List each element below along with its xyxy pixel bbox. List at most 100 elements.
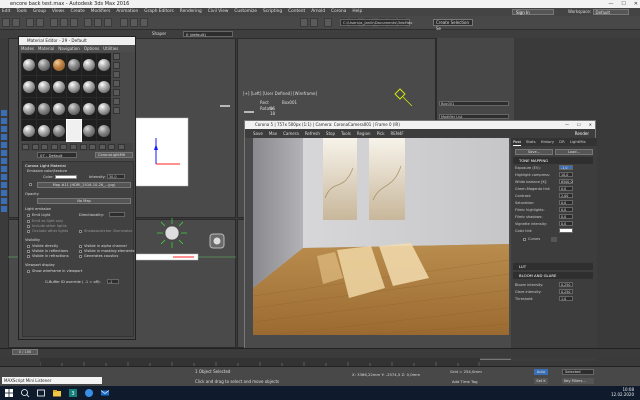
search-icon[interactable] [20, 388, 30, 398]
menu-views[interactable]: Views [52, 8, 64, 16]
go-forward-icon[interactable] [117, 144, 125, 150]
strip-button-2[interactable] [1, 118, 7, 124]
strip-button-4[interactable] [1, 134, 7, 140]
strip-button-12[interactable] [1, 198, 7, 204]
menu-animation[interactable]: Animation [116, 8, 138, 16]
unlink-icon[interactable] [36, 18, 44, 27]
filmic-shadows-input[interactable]: 0,0 [559, 214, 573, 219]
material-slot[interactable] [52, 120, 66, 141]
material-slot[interactable] [22, 76, 36, 97]
material-slot[interactable] [52, 54, 66, 75]
tone-mapping-section[interactable]: TONE MAPPING [513, 157, 593, 164]
backlight-icon[interactable] [113, 62, 120, 69]
material-slot[interactable] [22, 54, 36, 75]
include-lights-checkbox[interactable] [27, 225, 30, 228]
color-tint-swatch[interactable] [559, 228, 573, 233]
vfb-camera-button[interactable]: Camera [283, 129, 299, 138]
visible-refractions-checkbox[interactable] [27, 255, 30, 258]
menu-modifiers[interactable]: Modifiers [91, 8, 111, 16]
vfb-render-button[interactable]: Render [575, 129, 589, 138]
reset-map-icon[interactable] [50, 144, 58, 150]
post-save-button[interactable]: Save... [515, 149, 553, 155]
strip-button-1[interactable] [1, 110, 7, 116]
material-slot[interactable] [37, 76, 51, 97]
mat-menu-utilities[interactable]: Utilities [103, 45, 118, 52]
go-to-parent-icon[interactable] [108, 144, 116, 150]
vfb-refresh-button[interactable]: Refresh [305, 129, 320, 138]
white-balance-input[interactable]: 6500,0 [559, 179, 573, 184]
material-slot[interactable] [82, 76, 96, 97]
material-slot[interactable] [67, 76, 81, 97]
tab-post[interactable]: Post [513, 138, 521, 146]
vfb-maximize-button[interactable]: ☐ [577, 121, 581, 129]
post-load-button[interactable]: Load... [555, 149, 593, 155]
mat-menu-options[interactable]: Options [84, 45, 99, 52]
emission-color-swatch[interactable] [55, 175, 77, 179]
track-bar[interactable] [39, 358, 480, 366]
saturation-input[interactable]: 0,0 [559, 200, 573, 205]
show-wireframe-checkbox[interactable] [27, 270, 30, 273]
task-view-icon[interactable] [36, 388, 46, 398]
scale-icon[interactable] [104, 18, 112, 27]
system-clock[interactable]: 10:08 12.02.2020 [611, 387, 634, 397]
vfb-stop-button[interactable]: Stop [326, 129, 335, 138]
3dsmax-taskbar-icon[interactable]: 3 [68, 388, 78, 398]
options-icon[interactable] [113, 107, 120, 114]
strip-button-3[interactable] [1, 126, 7, 132]
material-slot[interactable] [97, 120, 111, 141]
gbuffer-input[interactable]: -1 [107, 279, 119, 284]
undo-icon[interactable] [2, 18, 10, 27]
rotate-icon[interactable] [94, 18, 102, 27]
show-end-result-icon[interactable] [98, 144, 106, 150]
time-slider[interactable]: 0 / 100 [12, 349, 38, 355]
put-to-library-icon[interactable] [69, 144, 77, 150]
shadowcatcher-checkbox[interactable] [79, 230, 82, 233]
green-magenta-input[interactable]: 0,0 [559, 186, 573, 191]
get-material-icon[interactable] [22, 144, 29, 150]
vfb-pick-button[interactable]: Pick [377, 129, 385, 138]
key-selection-dropdown[interactable]: Selected [562, 369, 594, 375]
material-slot-selected[interactable] [66, 119, 82, 142]
coordinate-readout[interactable]: X: 3366,22mm Y: -2574,5 Z: 0,0mm [352, 372, 420, 377]
align-icon[interactable] [310, 18, 318, 27]
material-slot[interactable] [52, 76, 66, 97]
lut-section[interactable]: LUT [513, 263, 593, 270]
emission-map-button[interactable]: Map #11 (HDRI_2016-10-26_...jpg) [37, 182, 131, 188]
select-by-name-icon[interactable] [60, 18, 68, 27]
sample-type-icon[interactable] [113, 53, 120, 60]
selection-set-dropdown[interactable]: Create Selection Se [433, 19, 473, 31]
vfb-save-button[interactable]: Save [253, 129, 263, 138]
menu-civil-view[interactable]: Civil View [208, 8, 229, 16]
material-slot[interactable] [37, 120, 51, 141]
modifier-list-dropdown[interactable]: Modifier List [439, 114, 509, 119]
menu-content[interactable]: Content [288, 8, 305, 16]
material-slot[interactable] [22, 98, 36, 119]
put-to-scene-icon[interactable] [31, 144, 39, 150]
link-icon[interactable] [26, 18, 34, 27]
material-slot[interactable] [22, 120, 36, 141]
vfb-close-button[interactable]: ✕ [589, 121, 592, 129]
object-name-field[interactable]: Box001 [439, 101, 509, 106]
snap-icon[interactable] [120, 18, 128, 27]
mat-menu-navigation[interactable]: Navigation [58, 45, 80, 52]
set-key-button[interactable]: Set K [534, 378, 548, 384]
vfb-region-button[interactable]: Region [357, 129, 371, 138]
strip-button-11[interactable] [1, 190, 7, 196]
menu-group[interactable]: Group [33, 8, 46, 16]
tab-history[interactable]: History [541, 138, 555, 146]
material-slot[interactable] [67, 54, 81, 75]
make-preview-icon[interactable] [113, 98, 120, 105]
vfb-minimize-button[interactable]: — [565, 121, 569, 129]
material-slot[interactable] [37, 54, 51, 75]
intensity-input[interactable]: 30,0 [107, 174, 125, 179]
show-map-icon[interactable] [89, 144, 97, 150]
emit-light-checkbox[interactable] [27, 214, 30, 217]
menu-create[interactable]: Create [70, 8, 84, 16]
material-slot[interactable] [97, 98, 111, 119]
opacity-map-button[interactable]: No Map [37, 198, 131, 204]
menu-tools[interactable]: Tools [16, 8, 27, 16]
mat-menu-modes[interactable]: Modes [21, 45, 34, 52]
occlude-lights-checkbox[interactable] [27, 230, 30, 233]
menu-customize[interactable]: Customize [234, 8, 257, 16]
vfb-tools-button[interactable]: Tools [341, 129, 351, 138]
